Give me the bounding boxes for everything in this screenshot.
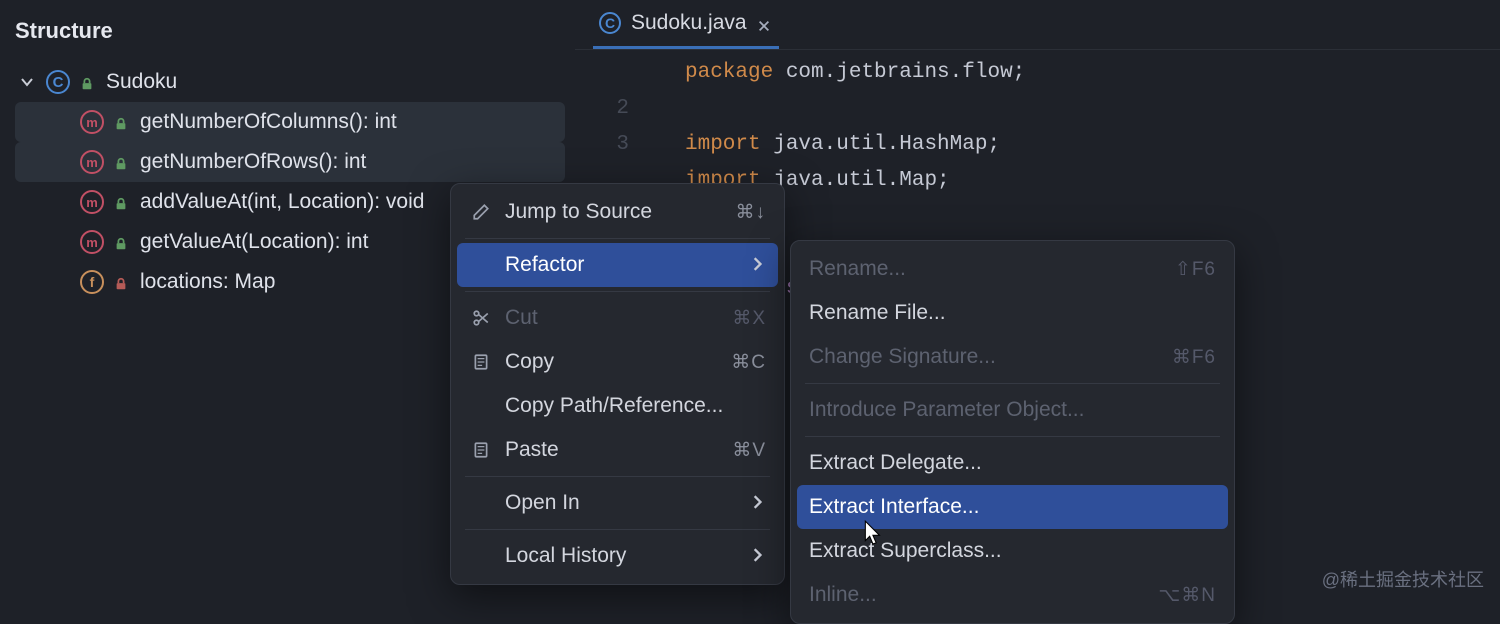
chevron-down-icon[interactable]: [18, 73, 36, 91]
menu-item-rename: Rename... ⇧F6: [797, 247, 1228, 291]
tree-member[interactable]: m getNumberOfColumns(): int: [15, 102, 565, 142]
structure-title: Structure: [0, 18, 575, 62]
menu-label: Extract Delegate...: [809, 451, 1216, 475]
mouse-cursor: [863, 519, 885, 551]
class-icon: C: [599, 12, 621, 34]
menu-separator: [465, 529, 770, 530]
menu-item-open-in[interactable]: Open In: [457, 481, 778, 525]
scissors-icon: [469, 309, 493, 327]
lock-icon: [80, 74, 96, 90]
refactor-submenu: Rename... ⇧F6 Rename File... Change Signatu…: [790, 240, 1235, 624]
lock-icon: [114, 274, 130, 290]
lock-icon: [114, 154, 130, 170]
menu-label: Inline...: [809, 583, 1146, 607]
line-number: 2: [575, 97, 685, 120]
lock-icon: [114, 194, 130, 210]
chevron-right-icon: [752, 491, 766, 515]
tab-sudoku[interactable]: C Sudoku.java: [593, 0, 779, 49]
watermark: @稀土掘金技术社区: [1322, 566, 1484, 592]
menu-item-paste[interactable]: Paste ⌘V: [457, 428, 778, 472]
tab-label: Sudoku.java: [631, 11, 747, 35]
menu-item-cut: Cut ⌘X: [457, 296, 778, 340]
menu-label: Change Signature...: [809, 345, 1160, 369]
menu-item-change-signature: Change Signature... ⌘F6: [797, 335, 1228, 379]
context-menu: Jump to Source⌘↓RefactorCut⌘XCopy⌘CCopy …: [450, 183, 785, 585]
menu-item-introduce-parameter-object: Introduce Parameter Object...: [797, 388, 1228, 432]
menu-shortcut: ⌘F6: [1172, 346, 1216, 369]
tree-member-label: getNumberOfRows(): int: [140, 150, 366, 174]
menu-shortcut: ⇧F6: [1175, 258, 1216, 281]
menu-item-extract-superclass[interactable]: Extract Superclass...: [797, 529, 1228, 573]
tree-member-label: locations: Map: [140, 270, 275, 294]
method-icon: m: [80, 190, 104, 214]
line-number: 3: [575, 133, 685, 156]
menu-item-copy-path-reference[interactable]: Copy Path/Reference...: [457, 384, 778, 428]
menu-item-rename-file[interactable]: Rename File...: [797, 291, 1228, 335]
clipboard-icon: [469, 441, 493, 459]
field-icon: f: [80, 270, 104, 294]
menu-separator: [465, 476, 770, 477]
menu-shortcut: ⌥⌘N: [1158, 584, 1216, 607]
menu-item-extract-interface[interactable]: Extract Interface...: [797, 485, 1228, 529]
menu-shortcut: ⌘↓: [736, 201, 767, 224]
menu-separator: [805, 383, 1220, 384]
menu-label: Paste: [505, 438, 720, 462]
menu-label: Local History: [505, 544, 740, 568]
code-line[interactable]: package com.jetbrains.flow;: [575, 54, 1500, 90]
menu-label: Refactor: [505, 253, 740, 277]
menu-label: Cut: [505, 306, 720, 330]
method-icon: m: [80, 230, 104, 254]
menu-label: Introduce Parameter Object...: [809, 398, 1216, 422]
editor-tabbar: C Sudoku.java: [575, 0, 1500, 50]
menu-item-inline: Inline... ⌥⌘N: [797, 573, 1228, 617]
menu-separator: [465, 238, 770, 239]
menu-item-extract-delegate[interactable]: Extract Delegate...: [797, 441, 1228, 485]
close-icon[interactable]: [757, 15, 773, 31]
tree-root-label: Sudoku: [106, 70, 177, 94]
tree-member-label: getNumberOfColumns(): int: [140, 110, 397, 134]
code-line[interactable]: 3import java.util.HashMap;: [575, 126, 1500, 162]
menu-label: Open In: [505, 491, 740, 515]
pencil-icon: [469, 203, 493, 221]
menu-item-copy[interactable]: Copy ⌘C: [457, 340, 778, 384]
menu-item-local-history[interactable]: Local History: [457, 534, 778, 578]
menu-separator: [805, 436, 1220, 437]
menu-shortcut: ⌘X: [732, 307, 766, 330]
lock-icon: [114, 114, 130, 130]
tree-member-label: addValueAt(int, Location): void: [140, 190, 424, 214]
clipboard-icon: [469, 353, 493, 371]
method-icon: m: [80, 150, 104, 174]
tree-member[interactable]: m getNumberOfRows(): int: [15, 142, 565, 182]
menu-label: Extract Interface...: [809, 495, 1216, 519]
menu-label: Rename File...: [809, 301, 1216, 325]
menu-label: Rename...: [809, 257, 1163, 281]
menu-item-refactor[interactable]: Refactor: [457, 243, 778, 287]
method-icon: m: [80, 110, 104, 134]
chevron-right-icon: [752, 544, 766, 568]
menu-shortcut: ⌘C: [731, 351, 766, 374]
code-line[interactable]: 2: [575, 90, 1500, 126]
menu-label: Copy Path/Reference...: [505, 394, 766, 418]
menu-label: Jump to Source: [505, 200, 724, 224]
lock-icon: [114, 234, 130, 250]
menu-label: Copy: [505, 350, 719, 374]
chevron-right-icon: [752, 253, 766, 277]
menu-shortcut: ⌘V: [732, 439, 766, 462]
tree-member-label: getValueAt(Location): int: [140, 230, 368, 254]
tree-root-class[interactable]: C Sudoku: [0, 62, 575, 102]
menu-item-jump-to-source[interactable]: Jump to Source ⌘↓: [457, 190, 778, 234]
menu-separator: [465, 291, 770, 292]
class-icon: C: [46, 70, 70, 94]
